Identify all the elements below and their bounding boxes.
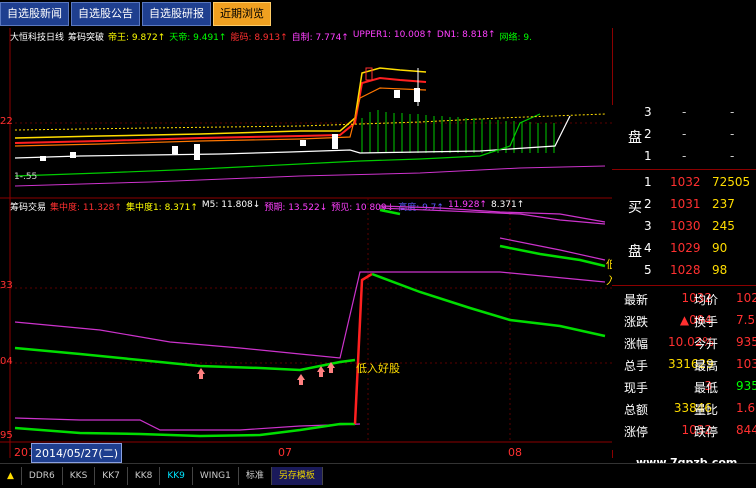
x-tick-08: 08: [508, 446, 522, 459]
buy-level-2: 2 1031 237: [644, 197, 735, 211]
quote-row: 涨幅 10.02% 今开 935: [624, 335, 756, 351]
price-label-mid1: 33: [0, 280, 13, 291]
quote-panel: 3 - - 盘 2 - - 1 - - 买 盘 1 1032 72505 2 1031 2…: [612, 105, 756, 450]
tab-kk9[interactable]: KK9: [160, 467, 193, 485]
lower-trend-line-1: [14, 346, 356, 372]
buy-level-4: 4 1029 90: [644, 241, 728, 255]
lower-trend-line-5: [379, 208, 401, 216]
top-tab-bar: 自选股新闻 自选股公告 自选股研报 近期浏览: [0, 0, 273, 26]
ma-dotted-line: [14, 113, 606, 131]
quote-row: 最新1032均价1021: [624, 291, 756, 307]
tab-watchlist-announcements[interactable]: 自选股公告: [71, 2, 140, 26]
ma-magenta-line: [14, 165, 606, 187]
chart-svg: [0, 28, 612, 458]
tab-watchlist-research[interactable]: 自选股研报: [142, 2, 211, 26]
mini-label: 1-.55: [14, 172, 38, 182]
sell-level-1: 1 - -: [644, 149, 735, 163]
indicator-tab-bar: ▲ DDR6 KKS KK7 KK8 KK9 WING1 标准 另存模板: [0, 463, 756, 488]
tab-ddr6[interactable]: DDR6: [22, 467, 63, 485]
tab-kk7[interactable]: KK7: [95, 467, 128, 485]
divider: [612, 285, 756, 286]
buy-level-5: 5 1028 98: [644, 263, 728, 277]
sell-level-2: 2 - -: [644, 127, 735, 141]
tab-watchlist-news[interactable]: 自选股新闻: [0, 2, 69, 26]
quote-row: 涨跌▲094换手7.59%: [624, 313, 756, 329]
tab-save-template[interactable]: 另存模板: [271, 467, 323, 485]
quote-row: 总额33846量比1.67: [624, 401, 756, 417]
lower-trend-line-3: [371, 272, 606, 338]
price-label-mid2: 04: [0, 356, 13, 367]
tab-standard[interactable]: 标准: [239, 467, 272, 485]
buy-annotation: 低入好股: [356, 362, 400, 375]
date-label: 2014/05/27(二): [31, 443, 122, 463]
x-tick-07: 07: [278, 446, 292, 459]
kline-chart[interactable]: 大恒科技日线 筹码突破 帝王: 9.872↑ 天帝: 9.491↑ 能码: 8.913↑…: [0, 28, 617, 463]
price-label-top: 22: [0, 116, 13, 127]
lower-magenta-line-1: [14, 271, 606, 359]
divider: [612, 169, 756, 170]
buy-level-3: 3 1030 245: [644, 219, 735, 233]
quote-row: 涨停 1032 跌停 844: [624, 423, 756, 439]
lower-magenta-line-3: [379, 205, 606, 223]
tab-wing1[interactable]: WING1: [193, 467, 239, 485]
tab-kk8[interactable]: KK8: [128, 467, 161, 485]
tab-kks[interactable]: KKS: [63, 467, 96, 485]
lower-red-rise: [353, 272, 373, 425]
sell-level-3: 3 - -: [644, 105, 735, 119]
green-histogram: [361, 110, 555, 153]
buy-level-1: 1 1032 72505: [644, 175, 751, 189]
tab-recent-browse[interactable]: 近期浏览: [213, 2, 271, 26]
play-icon[interactable]: ▲: [0, 467, 22, 485]
quote-row: 总手331629最高1032: [624, 357, 756, 373]
price-label-bottom: 95: [0, 430, 13, 441]
quote-row: 现手 3 最低 935: [624, 379, 756, 395]
